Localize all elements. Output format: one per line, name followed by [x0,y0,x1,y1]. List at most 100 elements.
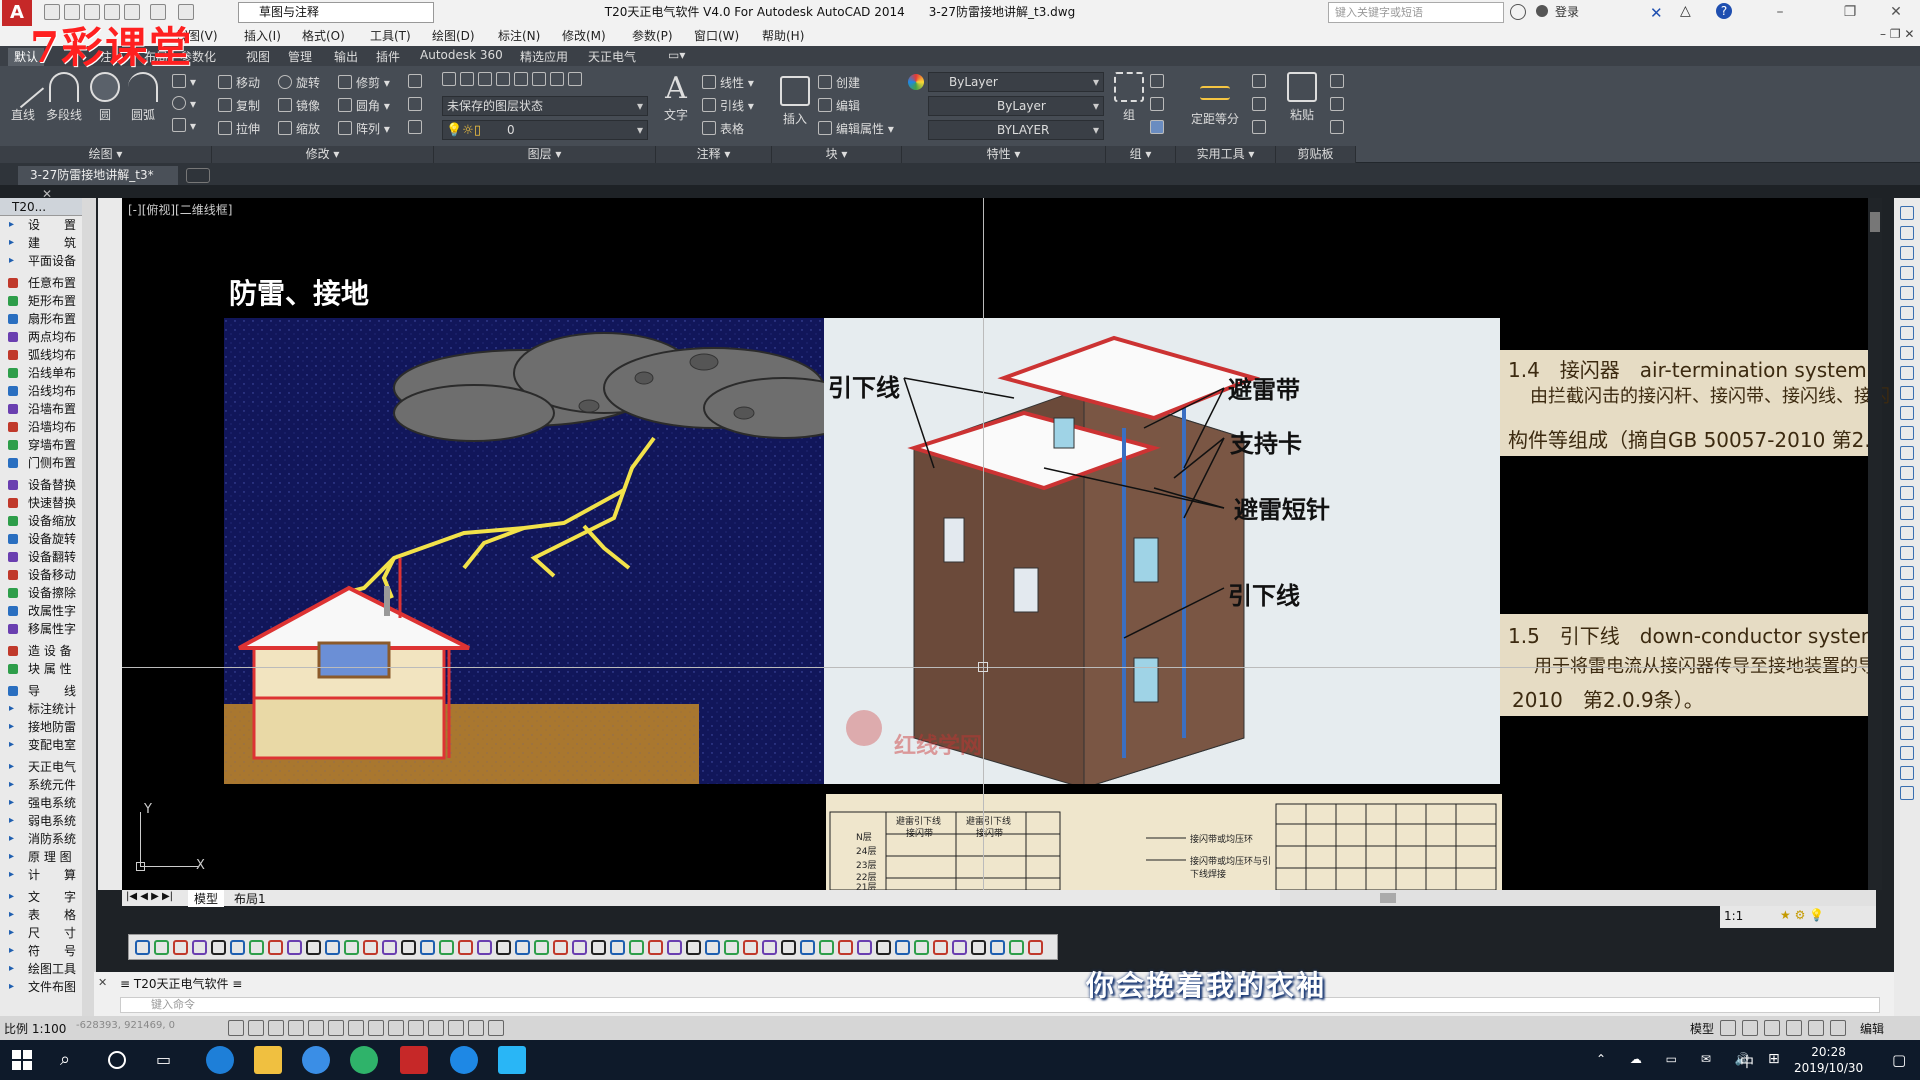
palette-item[interactable]: 沿线单布 [0,364,82,382]
viewport-label[interactable]: [-][俯视][二维线框] [128,201,232,218]
search-input[interactable]: 键入关键字或短语 [1328,2,1504,23]
move-button[interactable]: 移动 [218,74,260,91]
trim-button[interactable]: 修剪 ▾ [338,74,390,91]
quick-tool-icon[interactable] [1028,940,1043,955]
mirror-button[interactable]: 镜像 [278,97,320,114]
status-right-icon[interactable] [1764,1020,1780,1036]
palette-item[interactable]: 弧线均布 [0,346,82,364]
palette-item[interactable]: 沿墙均布 [0,418,82,436]
right-tool-icon[interactable] [1900,606,1914,620]
annotation-scale[interactable]: 1:1 [1724,909,1743,923]
status-right-icon[interactable] [1720,1020,1736,1036]
right-tool-icon[interactable] [1900,786,1914,800]
exchange-icon[interactable]: ✕ [1650,4,1663,22]
palette-item[interactable]: 设备旋转 [0,530,82,548]
quick-tool-icon[interactable] [648,940,663,955]
system-tray-icons[interactable]: ⌃ ☁ ▭ ✉ 🔊 [1596,1052,1760,1066]
right-tool-icon[interactable] [1900,266,1914,280]
quick-tool-icon[interactable] [572,940,587,955]
group-button[interactable]: 组 [1112,72,1146,123]
taskbar-clock[interactable]: 20:28 2019/10/30 [1794,1044,1863,1076]
palette-item[interactable]: ▸ 表 格 [0,906,82,924]
panel-draw[interactable]: 绘图 ▾ [0,146,212,163]
tab-output[interactable]: 输出 [334,48,358,65]
rectangle-icon[interactable]: ▾ [172,74,196,89]
quick-tool-icon[interactable] [876,940,891,955]
color-select[interactable]: ByLayer [928,72,1104,92]
right-tool-icon[interactable] [1900,686,1914,700]
restore-icon[interactable]: ❐ [1830,0,1870,26]
group-select-icon[interactable] [1150,120,1168,135]
quick-tool-icon[interactable] [192,940,207,955]
status-toggle-icon[interactable] [428,1020,444,1036]
right-tool-icon[interactable] [1900,406,1914,420]
palette-item[interactable]: ▸ 强电系统 [0,794,82,812]
scale-button[interactable]: 缩放 [278,120,320,137]
status-toggle-icon[interactable] [488,1020,504,1036]
quick-tool-icon[interactable] [135,940,150,955]
insert-button[interactable]: 插入 [778,76,812,127]
app-l-icon[interactable] [302,1046,330,1074]
palette-item[interactable]: ▸ 天正电气 [0,758,82,776]
quick-tool-icon[interactable] [781,940,796,955]
quick-tool-icon[interactable] [591,940,606,955]
right-tool-icon[interactable] [1900,626,1914,640]
right-tool-icon[interactable] [1900,506,1914,520]
quick-tool-icon[interactable] [249,940,264,955]
measure-button[interactable]: 定距等分 [1188,76,1242,127]
windows-start-icon[interactable] [12,1050,32,1070]
menu-dimension[interactable]: 标注(N) [498,27,540,44]
palette-item[interactable]: 任意布置 [0,274,82,292]
login-button[interactable]: 登录 [1555,0,1579,26]
quick-tool-icon[interactable] [458,940,473,955]
mdi-controls-icon[interactable]: – ❐ ✕ [1880,27,1914,41]
cortana-icon[interactable] [108,1051,126,1069]
panel-modify[interactable]: 修改 ▾ [212,146,434,163]
quick-tool-icon[interactable] [515,940,530,955]
palette-item[interactable]: 门侧布置 [0,454,82,472]
leader-button[interactable]: 引线 ▾ [702,97,754,114]
quick-tool-icon[interactable] [895,940,910,955]
palette-item[interactable]: 设备缩放 [0,512,82,530]
right-tool-icon[interactable] [1900,566,1914,580]
close-icon[interactable]: ✕ [1876,0,1916,26]
quick-tool-icon[interactable] [439,940,454,955]
copy-button[interactable]: 复制 [218,97,260,114]
right-tool-icon[interactable] [1900,766,1914,780]
gradient-icon[interactable]: ▾ [172,118,196,133]
right-tool-icon[interactable] [1900,446,1914,460]
quick-tool-icon[interactable] [762,940,777,955]
layout-nav-icon[interactable]: |◀ ◀ ▶ ▶| [126,891,173,902]
right-tool-icon[interactable] [1900,546,1914,560]
right-tool-icon[interactable] [1900,746,1914,760]
palette-item[interactable]: ▸ 平面设备 [0,252,82,270]
help-icon[interactable]: ? [1716,3,1732,19]
panel-utilities[interactable]: 实用工具 ▾ [1176,146,1276,163]
palette-item[interactable]: ▸ 文 字 [0,888,82,906]
palette-item[interactable]: 造 设 备 [0,642,82,660]
cmd-close-icon[interactable]: ✕ [98,976,107,989]
menu-modify[interactable]: 修改(M) [562,27,606,44]
app-diamond-icon[interactable] [498,1046,526,1074]
right-tool-icon[interactable] [1900,286,1914,300]
right-tool-icon[interactable] [1900,466,1914,480]
ribbon-toggle-icon[interactable]: ▭▾ [668,48,685,62]
palette-item[interactable]: ▸ 文件布图 [0,978,82,996]
new-tab-icon[interactable] [186,168,210,183]
right-tool-icon[interactable] [1900,366,1914,380]
status-toggle-icon[interactable] [328,1020,344,1036]
stretch-button[interactable]: 拉伸 [218,120,260,137]
quick-tool-icon[interactable] [705,940,720,955]
edit-block-button[interactable]: 编辑 [818,97,860,114]
id-point-icon[interactable] [1252,97,1270,112]
quick-tool-icon[interactable] [325,940,340,955]
vertical-scrollbar[interactable] [1868,198,1882,890]
circle-button[interactable]: 圆 [88,72,122,123]
status-toggle-icon[interactable] [368,1020,384,1036]
right-tool-icon[interactable] [1900,666,1914,680]
palette-item[interactable]: ▸ 尺 寸 [0,924,82,942]
fillet-button[interactable]: 圆角 ▾ [338,97,390,114]
text-button[interactable]: A 文字 [660,72,692,123]
quick-tool-icon[interactable] [268,940,283,955]
table-button[interactable]: 表格 [702,120,744,137]
